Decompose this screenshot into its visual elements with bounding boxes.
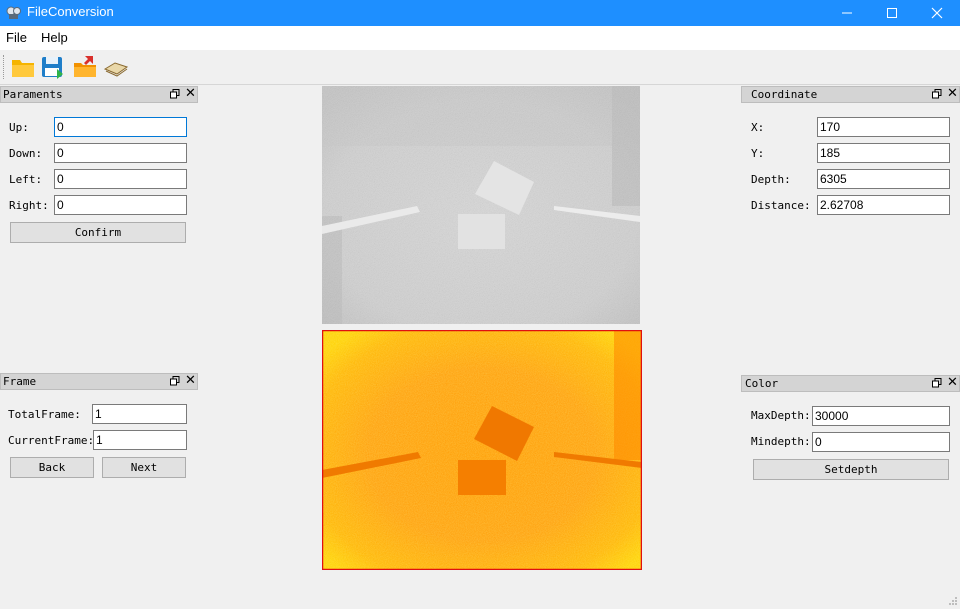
close-icon[interactable]: ✕ (947, 86, 958, 101)
float-icon[interactable] (170, 89, 180, 99)
color-panel: Color ✕ MaxDepth: 30000 Mindepth: 0 Setd… (741, 375, 960, 485)
depth-input[interactable]: 6305 (817, 169, 950, 189)
min-depth-input[interactable]: 0 (812, 432, 950, 452)
frame-header: Frame ✕ (0, 373, 198, 390)
left-input[interactable]: 0 (54, 169, 187, 189)
close-icon (931, 7, 943, 19)
y-label: Y: (751, 147, 765, 160)
down-input[interactable]: 0 (54, 143, 187, 163)
open-folder-icon[interactable] (10, 54, 36, 80)
close-icon[interactable]: ✕ (947, 375, 958, 390)
coordinate-header: Coordinate ✕ (741, 86, 960, 103)
toolbar (0, 50, 960, 85)
window-title: FileConversion (27, 4, 114, 19)
frame-title: Frame (3, 375, 37, 388)
minimize-icon (842, 12, 852, 14)
left-label: Left: (9, 173, 43, 186)
menu-help[interactable]: Help (41, 30, 68, 45)
color-title: Color (745, 377, 779, 390)
close-icon[interactable]: ✕ (185, 373, 196, 388)
coordinate-title: Coordinate (751, 88, 818, 101)
x-label: X: (751, 121, 765, 134)
color-header: Color ✕ (741, 375, 960, 392)
menu-file[interactable]: File (6, 30, 27, 45)
up-label: Up: (9, 121, 29, 134)
min-depth-label: Mindepth: (751, 435, 811, 448)
depth-label: Depth: (751, 173, 791, 186)
status-bar (0, 597, 960, 609)
y-input[interactable]: 185 (817, 143, 950, 163)
toolbar-grip[interactable] (3, 55, 7, 79)
paraments-panel: Paraments ✕ Up: 0 Down: 0 Left: 0 Right:… (0, 86, 198, 256)
resize-grip-icon[interactable] (948, 596, 958, 606)
down-label: Down: (9, 147, 43, 160)
float-icon[interactable] (932, 378, 942, 388)
right-input[interactable]: 0 (54, 195, 187, 215)
next-button[interactable]: Next (102, 457, 186, 478)
current-frame-label: CurrentFrame: (8, 434, 95, 447)
back-button[interactable]: Back (10, 457, 94, 478)
max-depth-label: MaxDepth: (751, 409, 811, 422)
maximize-button[interactable] (869, 0, 915, 26)
depth-image-color[interactable] (322, 330, 642, 570)
total-frame-label: TotalFrame: (8, 408, 81, 421)
close-icon[interactable]: ✕ (185, 86, 196, 101)
minimize-button[interactable] (824, 0, 870, 26)
menu-bar: File Help (0, 26, 960, 50)
paraments-header: Paraments ✕ (0, 86, 198, 103)
book-icon[interactable] (103, 54, 129, 80)
up-input[interactable]: 0 (54, 117, 187, 137)
paraments-title: Paraments (3, 88, 63, 101)
distance-input[interactable]: 2.62708 (817, 195, 950, 215)
setdepth-button[interactable]: Setdepth (753, 459, 949, 480)
title-bar: FileConversion (0, 0, 960, 26)
coordinate-panel: Coordinate ✕ X: 170 Y: 185 Depth: 6305 D… (741, 86, 960, 226)
float-icon[interactable] (170, 376, 180, 386)
frame-panel: Frame ✕ TotalFrame: 1 CurrentFrame: 1 Ba… (0, 373, 198, 483)
save-icon[interactable] (40, 54, 66, 80)
current-frame-input[interactable]: 1 (93, 430, 187, 450)
right-label: Right: (9, 199, 49, 212)
confirm-button[interactable]: Confirm (10, 222, 186, 243)
close-button[interactable] (914, 0, 960, 26)
max-depth-input[interactable]: 30000 (812, 406, 950, 426)
x-input[interactable]: 170 (817, 117, 950, 137)
distance-label: Distance: (751, 199, 811, 212)
float-icon[interactable] (932, 89, 942, 99)
depth-image-grayscale[interactable] (322, 86, 640, 324)
total-frame-input[interactable]: 1 (92, 404, 187, 424)
export-icon[interactable] (72, 54, 98, 80)
app-film-icon (6, 6, 21, 19)
maximize-icon (887, 8, 897, 18)
